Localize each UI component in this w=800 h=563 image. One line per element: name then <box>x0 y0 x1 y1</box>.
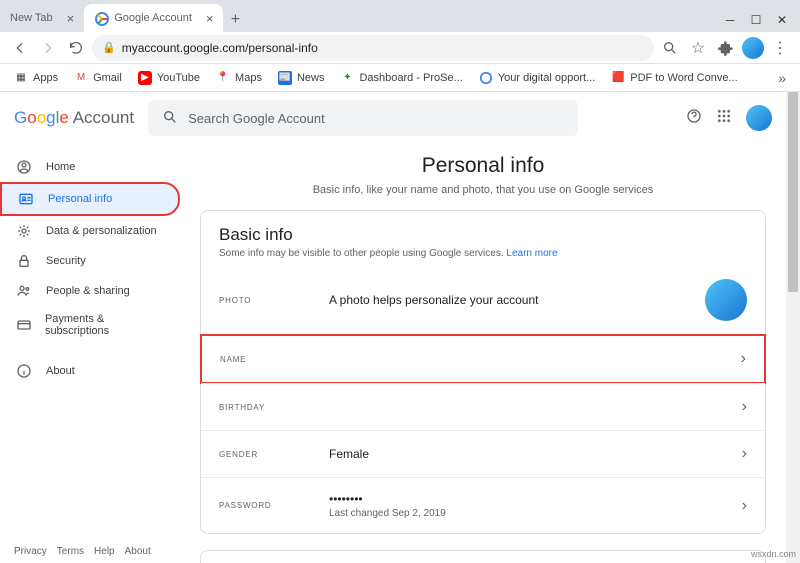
sidebar-item-people[interactable]: People & sharing <box>0 276 180 306</box>
url-text: myaccount.google.com/personal-info <box>122 41 318 55</box>
bookmark-maps[interactable]: 📍Maps <box>210 68 268 88</box>
row-name[interactable]: NAME › <box>200 334 766 384</box>
chevron-right-icon: › <box>742 497 747 515</box>
google-icon <box>479 71 493 85</box>
app-header: Google Account Search Google Account <box>0 92 786 144</box>
card-subtitle: Some info may be visible to other people… <box>219 248 747 259</box>
bookmark-youtube[interactable]: ▶YouTube <box>132 68 206 88</box>
address-bar[interactable]: 🔒 myaccount.google.com/personal-info <box>92 35 654 61</box>
back-button[interactable] <box>8 36 32 60</box>
news-icon: 📰 <box>278 71 292 85</box>
card-icon <box>16 317 33 333</box>
window-controls: ─ ☐ ✕ <box>712 14 800 32</box>
pdf-icon: 🟥 <box>611 71 625 85</box>
bookmark-gmail[interactable]: MGmail <box>68 68 128 88</box>
sidebar-item-payments[interactable]: Payments & subscriptions <box>0 306 180 344</box>
tab-label: Google Account <box>114 12 192 24</box>
main-body: Personal info Basic info, like your name… <box>180 144 786 563</box>
google-favicon-icon <box>94 11 108 25</box>
row-gender[interactable]: GENDER Female › <box>201 430 765 477</box>
new-tab-button[interactable]: + <box>223 8 247 32</box>
menu-icon[interactable]: ⋮ <box>768 36 792 60</box>
id-card-icon <box>18 191 36 207</box>
vertical-scrollbar[interactable] <box>786 92 800 563</box>
window-titlebar: New Tab × Google Account × + ─ ☐ ✕ <box>0 0 800 32</box>
attribution-text: wsxdn.com <box>751 549 796 559</box>
footer-terms[interactable]: Terms <box>57 546 84 557</box>
sidebar-item-about[interactable]: About <box>0 356 180 386</box>
bookmark-news[interactable]: 📰News <box>272 68 331 88</box>
account-avatar[interactable] <box>746 105 772 131</box>
bookmark-dashboard[interactable]: ✦Dashboard - ProSe... <box>334 68 468 88</box>
minimize-icon[interactable]: ─ <box>724 14 736 26</box>
footer-privacy[interactable]: Privacy <box>14 546 47 557</box>
gmail-icon: M <box>74 71 88 85</box>
page-title: Personal info <box>200 154 766 178</box>
data-icon <box>16 223 34 239</box>
sidebar-item-data[interactable]: Data & personalization <box>0 216 180 246</box>
lock-icon: 🔒 <box>102 41 116 54</box>
tab-label: New Tab <box>10 12 53 24</box>
bookmark-star-icon[interactable]: ☆ <box>686 36 710 60</box>
reload-button[interactable] <box>64 36 88 60</box>
user-circle-icon <box>16 159 34 175</box>
sidebar-item-home[interactable]: Home <box>0 152 180 182</box>
info-icon <box>16 363 34 379</box>
apps-grid-icon[interactable] <box>716 108 732 129</box>
page-subtitle: Basic info, like your name and photo, th… <box>200 184 766 196</box>
bookmark-pdf[interactable]: 🟥PDF to Word Conve... <box>605 68 743 88</box>
youtube-icon: ▶ <box>138 71 152 85</box>
tab-google-account[interactable]: Google Account × <box>84 4 223 32</box>
forward-button[interactable] <box>36 36 60 60</box>
people-icon <box>16 283 34 299</box>
contact-info-card: Contact info EMAIL › PHONE › <box>200 550 766 563</box>
row-birthday[interactable]: BIRTHDAY › <box>201 383 765 430</box>
scrollbar-thumb[interactable] <box>788 92 798 292</box>
card-title: Basic info <box>219 225 747 245</box>
lock-icon <box>16 253 34 269</box>
maps-pin-icon: 📍 <box>216 71 230 85</box>
bookmark-apps[interactable]: ▦Apps <box>8 68 64 88</box>
search-input[interactable]: Search Google Account <box>148 100 578 136</box>
close-icon[interactable]: × <box>67 11 75 26</box>
tab-strip: New Tab × Google Account × + <box>0 4 712 32</box>
footer-links: Privacy Terms Help About <box>14 546 151 557</box>
bookmarks-bar: ▦Apps MGmail ▶YouTube 📍Maps 📰News ✦Dashb… <box>0 64 800 92</box>
help-icon[interactable] <box>686 108 702 129</box>
maximize-icon[interactable]: ☐ <box>750 14 762 26</box>
browser-toolbar: 🔒 myaccount.google.com/personal-info ☆ ⋮ <box>0 32 800 64</box>
zoom-icon[interactable] <box>658 36 682 60</box>
chevron-right-icon: › <box>742 398 747 416</box>
tab-new-tab[interactable]: New Tab × <box>0 4 84 32</box>
sidebar-item-personal-info[interactable]: Personal info <box>0 182 180 216</box>
apps-grid-icon: ▦ <box>14 71 28 85</box>
close-icon[interactable]: × <box>206 11 214 26</box>
bookmark-digital[interactable]: Your digital opport... <box>473 68 601 88</box>
dashboard-icon: ✦ <box>340 71 354 85</box>
page-content: Google Account Search Google Account Hom… <box>0 92 786 563</box>
row-photo[interactable]: PHOTO A photo helps personalize your acc… <box>201 265 765 335</box>
footer-about[interactable]: About <box>125 546 151 557</box>
footer-help[interactable]: Help <box>94 546 115 557</box>
bookmarks-overflow-icon[interactable]: » <box>772 70 792 86</box>
learn-more-link[interactable]: Learn more <box>506 248 557 259</box>
search-placeholder: Search Google Account <box>188 111 325 126</box>
profile-photo-avatar[interactable] <box>705 279 747 321</box>
basic-info-card: Basic info Some info may be visible to o… <box>200 210 766 534</box>
sidebar-item-security[interactable]: Security <box>0 246 180 276</box>
extensions-icon[interactable] <box>714 36 738 60</box>
chevron-right-icon: › <box>742 445 747 463</box>
profile-avatar-icon[interactable] <box>742 37 764 59</box>
row-password[interactable]: PASSWORD ••••••••Last changed Sep 2, 201… <box>201 477 765 533</box>
search-icon <box>162 109 178 128</box>
chevron-right-icon: › <box>741 350 746 368</box>
sidebar-nav: Home Personal info Data & personalizatio… <box>0 144 180 563</box>
close-window-icon[interactable]: ✕ <box>776 14 788 26</box>
google-account-logo[interactable]: Google Account <box>14 108 134 128</box>
